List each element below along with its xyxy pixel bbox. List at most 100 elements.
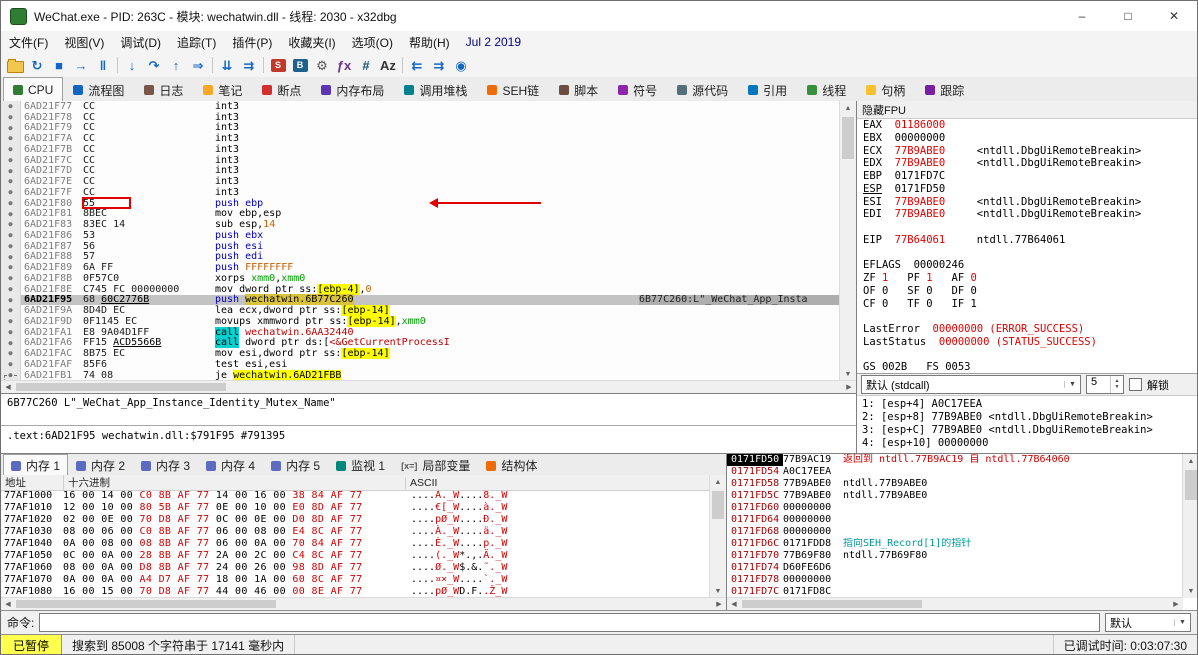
menu-plugins[interactable]: 插件(P) bbox=[224, 31, 280, 53]
stack-row[interactable]: 0171FD78 00000000 bbox=[727, 574, 1183, 586]
scroll-right-icon[interactable]: ▶ bbox=[1169, 598, 1183, 610]
register-row[interactable]: EBP 0171FD7C bbox=[863, 170, 1197, 183]
tab-struct[interactable]: 结构体 bbox=[478, 455, 545, 475]
register-row[interactable] bbox=[863, 349, 1197, 362]
dump-horizontal-scrollbar[interactable]: ◀ ▶ bbox=[1, 597, 726, 610]
disasm-row[interactable]: ● 6AD21F78 CC int3 bbox=[1, 112, 840, 123]
register-row[interactable]: EDI 77B9ABE0 <ntdll.DbgUiRemoteBreakin> bbox=[863, 208, 1197, 221]
tab-watch1[interactable]: 监视 1 bbox=[328, 455, 393, 475]
register-row[interactable]: OF 0 SF 0 DF 0 bbox=[863, 285, 1197, 298]
tab-memory4[interactable]: 内存 4 bbox=[198, 455, 263, 475]
stack-row[interactable]: 0171FD68 00000000 bbox=[727, 526, 1183, 538]
disasm-row[interactable]: ● 6AD21FA1 E8 9A04D1FF call wechatwin.6AA32… bbox=[1, 326, 840, 338]
stack-row[interactable]: 0171FD70 77B69F80 ntdll.77B69F80 bbox=[727, 550, 1183, 562]
dump-row[interactable]: 77AF1020 02 00 0E 00 70 D8 AF 77 0C 00 0E… bbox=[1, 514, 710, 526]
tab-memory5[interactable]: 内存 5 bbox=[263, 455, 328, 475]
disasm-horizontal-scrollbar[interactable]: ◀ ▶ bbox=[1, 380, 856, 393]
disasm-row[interactable]: ● 6AD21F77 CC int3 bbox=[1, 101, 840, 112]
register-row[interactable]: LastStatus 00000000 (STATUS_SUCCESS) bbox=[863, 336, 1197, 349]
scroll-up-icon[interactable]: ▲ bbox=[1183, 454, 1197, 468]
scroll-down-icon[interactable]: ▼ bbox=[710, 584, 726, 598]
argument-row[interactable]: 1: [esp+4] A0C17EEA bbox=[862, 398, 1197, 411]
register-row[interactable]: EAX 01186000 bbox=[863, 119, 1197, 132]
step-into-button[interactable]: ↓ bbox=[121, 55, 143, 75]
tab-memory3[interactable]: 内存 3 bbox=[133, 455, 198, 475]
disasm-row[interactable]: ● 6AD21FAC 8B75 EC mov esi,dword ptr ss:[eb… bbox=[1, 348, 840, 360]
disasm-row[interactable]: ● 6AD21F7D CC int3 bbox=[1, 165, 840, 176]
disasm-row[interactable]: ● 6AD21FB1 74 08 je wechatwin.6AD21FBB bbox=[1, 369, 840, 381]
register-row[interactable]: ECX 77B9ABE0 <ntdll.DbgUiRemoteBreakin> bbox=[863, 145, 1197, 158]
stack-row[interactable]: 0171FD54 A0C17EEA bbox=[727, 466, 1183, 478]
register-row[interactable]: EDX 77B9ABE0 <ntdll.DbgUiRemoteBreakin> bbox=[863, 157, 1197, 170]
tab-references[interactable]: 引用 bbox=[738, 78, 797, 101]
run-to-user-code-button[interactable]: ⇒ bbox=[187, 55, 209, 75]
dump-row[interactable]: 77AF1010 12 00 10 00 80 5B AF 77 0E 00 10… bbox=[1, 502, 710, 514]
register-row[interactable]: EIP 77B64061 ntdll.77B64061 bbox=[863, 234, 1197, 247]
disasm-row[interactable]: ● 6AD21F88 57 push edi bbox=[1, 251, 840, 262]
breakpoint-gutter[interactable]: ● bbox=[1, 348, 21, 359]
step-out-button[interactable]: ↑ bbox=[165, 55, 187, 75]
breakpoint-gutter[interactable]: ● bbox=[1, 154, 21, 166]
disasm-row[interactable]: ● 6AD21F8E C745 FC 00000000 mov dword ptr s… bbox=[1, 283, 840, 295]
scylla-button[interactable]: S bbox=[267, 55, 289, 75]
stack-row[interactable]: 0171FD60 00000000 bbox=[727, 502, 1183, 514]
breakpoint-gutter[interactable]: ● bbox=[1, 122, 21, 134]
tab-log[interactable]: 日志 bbox=[134, 78, 193, 101]
register-row[interactable]: LastError 00000000 (ERROR_SUCCESS) bbox=[863, 323, 1197, 336]
scroll-up-icon[interactable]: ▲ bbox=[710, 475, 726, 489]
stack-row[interactable]: 0171FD5C 77B9ABE0 ntdll.77B9ABE0 bbox=[727, 490, 1183, 502]
argument-count-stepper[interactable]: 5 ▲ ▼ bbox=[1086, 375, 1124, 394]
disasm-row[interactable]: ● 6AD21FAF 85F6 test esi,esi bbox=[1, 359, 840, 370]
open-file-button[interactable] bbox=[4, 55, 26, 75]
tab-handles[interactable]: 句柄 bbox=[856, 78, 915, 101]
stack-row[interactable]: 0171FD50 77B9AC19 返回到 ntdll.77B9AC19 自 ntd… bbox=[727, 454, 1183, 466]
settings-button[interactable]: ⚙ bbox=[311, 55, 333, 75]
scroll-thumb[interactable] bbox=[842, 117, 854, 159]
breakpoint-gutter[interactable]: ● bbox=[1, 240, 21, 252]
disasm-row[interactable]: ● 6AD21F9D 0F1145 EC movups xmmword ptr ss:… bbox=[1, 315, 840, 327]
breakpoint-gutter[interactable]: ● bbox=[1, 337, 21, 349]
tab-script[interactable]: 脚本 bbox=[549, 78, 608, 101]
breakpoint-gutter[interactable]: ● bbox=[1, 101, 21, 112]
tab-threads[interactable]: 线程 bbox=[797, 78, 856, 101]
next-view-button[interactable]: ⇉ bbox=[428, 55, 450, 75]
step-over-button[interactable]: ↷ bbox=[143, 55, 165, 75]
breakpoint-gutter[interactable]: ● bbox=[1, 230, 21, 241]
command-input[interactable] bbox=[39, 613, 1100, 632]
breakpoint-gutter[interactable]: ● bbox=[1, 208, 21, 220]
tab-breakpoints[interactable]: 断点 bbox=[252, 78, 311, 101]
dump-row[interactable]: 77AF1000 16 00 14 00 C0 8B AF 77 14 00 16… bbox=[1, 490, 710, 502]
disasm-row[interactable]: ● 6AD21F95 68 60C2776B push wechatwin.6B77C… bbox=[1, 294, 840, 306]
stack-horizontal-scrollbar[interactable]: ◀ ▶ bbox=[727, 597, 1183, 610]
menu-view[interactable]: 视图(V) bbox=[56, 31, 112, 53]
register-row[interactable]: EBX 00000000 bbox=[863, 132, 1197, 145]
close-button[interactable]: ✕ bbox=[1151, 1, 1197, 31]
stop-button[interactable]: ■ bbox=[48, 55, 70, 75]
disasm-vertical-scrollbar[interactable]: ▲ ▼ bbox=[839, 101, 856, 381]
dump-row[interactable]: 77AF1040 0A 00 08 00 08 8B AF 77 06 00 0A… bbox=[1, 538, 710, 550]
disasm-row[interactable]: ● 6AD21F87 56 push esi bbox=[1, 241, 840, 252]
restart-button[interactable]: ↻ bbox=[26, 55, 48, 75]
menu-favourites[interactable]: 收藏夹(I) bbox=[280, 31, 343, 53]
disasm-row[interactable]: ● 6AD21F89 6A FF push FFFFFFFF bbox=[1, 262, 840, 273]
hide-fpu-button[interactable]: 隐藏FPU bbox=[857, 101, 1197, 119]
scroll-left-icon[interactable]: ◀ bbox=[1, 598, 15, 610]
maximize-button[interactable]: □ bbox=[1105, 1, 1151, 31]
calculator-button[interactable]: ƒx bbox=[333, 55, 355, 75]
disasm-row[interactable]: ● 6AD21F81 8BEC mov ebp,esp bbox=[1, 208, 840, 220]
register-row[interactable]: CF 0 TF 0 IF 1 bbox=[863, 298, 1197, 311]
menu-help[interactable]: 帮助(H) bbox=[401, 31, 458, 53]
unlock-checkbox[interactable] bbox=[1129, 378, 1142, 391]
dump-row[interactable]: 77AF1030 08 00 06 00 C0 8B AF 77 06 00 08… bbox=[1, 526, 710, 538]
minimize-button[interactable]: – bbox=[1059, 1, 1105, 31]
breakpoint-gutter[interactable]: ● bbox=[1, 176, 21, 187]
disasm-row[interactable]: ● 6AD21F9A 8D4D EC lea ecx,dword ptr ss:[eb… bbox=[1, 305, 840, 317]
tab-graph[interactable]: 流程图 bbox=[63, 78, 134, 101]
breakpoint-gutter[interactable]: ● bbox=[1, 144, 21, 155]
dump-vertical-scrollbar[interactable]: ▲ ▼ bbox=[709, 475, 726, 598]
help-globe-button[interactable]: ◉ bbox=[450, 55, 472, 75]
scroll-thumb[interactable] bbox=[16, 600, 276, 608]
tab-call-stack[interactable]: 调用堆栈 bbox=[394, 78, 477, 101]
tab-source[interactable]: 源代码 bbox=[667, 78, 738, 101]
tab-memory-map[interactable]: 内存布局 bbox=[311, 78, 394, 101]
